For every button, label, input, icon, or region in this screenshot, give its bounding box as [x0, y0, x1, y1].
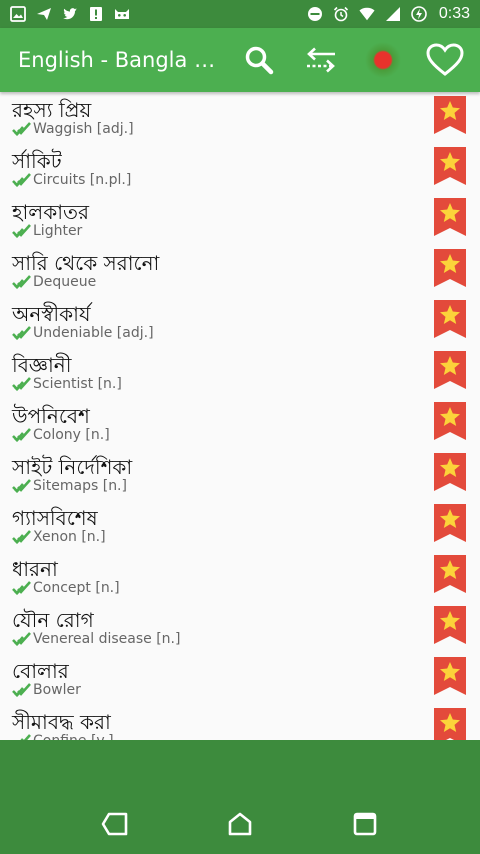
bookmark-star-icon[interactable]: [434, 300, 466, 338]
bookmark-star-icon[interactable]: [434, 147, 466, 185]
english-meaning: Confine [v.]: [33, 733, 114, 740]
bookmark-star-icon[interactable]: [434, 708, 466, 740]
signal-icon: [385, 6, 401, 22]
english-meaning-line: Scientist [n.]: [12, 376, 122, 392]
list-item[interactable]: সীমাবদ্ধ করা Confine [v.]: [0, 704, 480, 740]
wifi-icon: [359, 6, 375, 22]
do-not-disturb-icon: [307, 6, 323, 22]
double-check-icon: [12, 683, 31, 697]
bookmark-star-icon[interactable]: [434, 198, 466, 236]
bookmark-star-icon[interactable]: [434, 402, 466, 440]
english-meaning: Undeniable [adj.]: [33, 325, 154, 341]
recents-icon: [354, 812, 377, 836]
list-item[interactable]: যৌন রোগ Venereal disease [n.]: [0, 602, 480, 653]
send-icon: [36, 6, 52, 22]
favorite-heart-icon: [426, 43, 464, 76]
favorites-button[interactable]: [414, 28, 476, 92]
list-item[interactable]: ধারনা Concept [n.]: [0, 551, 480, 602]
navigation-bar: [0, 794, 480, 854]
english-meaning-line: Lighter: [12, 223, 82, 239]
double-check-icon: [12, 581, 31, 595]
english-meaning-line: Circuits [n.pl.]: [12, 172, 131, 188]
image-icon: [10, 6, 26, 22]
english-meaning-line: Dequeue: [12, 274, 96, 290]
cat-icon: [114, 6, 130, 22]
back-icon: [101, 812, 127, 836]
list-item[interactable]: সাইট নির্দেশিকা Sitemaps [n.]: [0, 449, 480, 500]
list-item[interactable]: বোলার Bowler: [0, 653, 480, 704]
app-title: English - Bangla O...: [18, 48, 223, 72]
english-meaning-line: Venereal disease [n.]: [12, 631, 180, 647]
bookmark-star-icon[interactable]: [434, 657, 466, 695]
english-meaning: Concept [n.]: [33, 580, 120, 596]
twitter-icon: [62, 6, 78, 22]
list-item[interactable]: উপনিবেশ Colony [n.]: [0, 398, 480, 449]
double-check-icon: [20, 734, 31, 740]
back-button[interactable]: [85, 794, 145, 854]
list-item[interactable]: র্সাকিট Circuits [n.pl.]: [0, 143, 480, 194]
double-check-icon: [12, 377, 31, 391]
swap-language-button[interactable]: [290, 28, 352, 92]
status-bar: 0:33: [0, 0, 480, 28]
english-meaning: Scientist [n.]: [33, 376, 122, 392]
battery-charging-icon: [411, 6, 427, 22]
english-meaning: Waggish [adj.]: [33, 121, 134, 137]
search-icon: [245, 46, 274, 75]
bookmark-star-icon[interactable]: [434, 504, 466, 542]
english-meaning: Xenon [n.]: [33, 529, 106, 545]
status-right-icons: 0:33: [307, 5, 470, 23]
alert-icon: [88, 6, 104, 22]
list-item[interactable]: গ্যাসবিশেষ Xenon [n.]: [0, 500, 480, 551]
double-check-icon: [12, 275, 31, 289]
list-item[interactable]: অনস্বীকার্য Undeniable [adj.]: [0, 296, 480, 347]
status-time: 0:33: [438, 5, 470, 22]
bookmark-star-icon[interactable]: [434, 249, 466, 287]
list-item[interactable]: বিজ্ঞানী Scientist [n.]: [0, 347, 480, 398]
english-meaning: Bowler: [33, 682, 81, 698]
english-meaning-line: Xenon [n.]: [12, 529, 106, 545]
list-item[interactable]: হালকাতর Lighter: [0, 194, 480, 245]
recents-button[interactable]: [335, 794, 395, 854]
english-meaning: Lighter: [33, 223, 83, 239]
search-button[interactable]: [228, 28, 290, 92]
double-check-icon: [12, 326, 31, 340]
bookmark-star-icon[interactable]: [434, 351, 466, 389]
english-meaning-line: Concept [n.]: [12, 580, 120, 596]
bookmark-star-icon[interactable]: [434, 96, 466, 134]
list-item[interactable]: রহস্য প্রিয় Waggish [adj.]: [0, 92, 480, 143]
double-check-icon: [12, 173, 31, 187]
english-meaning-line: Colony [n.]: [12, 427, 110, 443]
word-list[interactable]: রহস্য প্রিয় Waggish [adj.] র্সাকিট Circ…: [0, 92, 480, 740]
double-check-icon: [12, 428, 31, 442]
english-meaning: Sitemaps [n.]: [33, 478, 127, 494]
bookmark-star-icon[interactable]: [434, 606, 466, 644]
english-meaning: Venereal disease [n.]: [33, 631, 181, 647]
swap-arrows-icon: [307, 47, 335, 73]
double-check-icon: [12, 479, 31, 493]
home-button[interactable]: [210, 794, 270, 854]
english-meaning-line: Waggish [adj.]: [12, 121, 134, 137]
english-meaning-line: Confine [v.]: [12, 733, 114, 740]
english-meaning-line: Sitemaps [n.]: [12, 478, 127, 494]
english-meaning: Circuits [n.pl.]: [33, 172, 132, 188]
status-left-icons: [10, 6, 130, 22]
list-item[interactable]: সারি থেকে সরানো Dequeue: [0, 245, 480, 296]
double-check-icon: [12, 530, 31, 544]
english-meaning-line: Undeniable [adj.]: [12, 325, 154, 341]
english-meaning: Colony [n.]: [33, 427, 110, 443]
double-check-icon: [12, 224, 31, 238]
app-bar: English - Bangla O...: [0, 28, 480, 92]
language-flag-button[interactable]: [352, 28, 414, 92]
alarm-icon: [333, 6, 349, 22]
double-check-icon: [12, 632, 31, 646]
app-actions: [228, 28, 476, 92]
bookmark-star-icon[interactable]: [434, 555, 466, 593]
english-meaning: Dequeue: [33, 274, 97, 290]
bookmark-star-icon[interactable]: [434, 453, 466, 491]
english-meaning-line: Bowler: [12, 682, 81, 698]
home-icon: [228, 812, 252, 836]
double-check-icon: [12, 122, 31, 136]
bangladesh-flag-icon: [365, 42, 401, 78]
